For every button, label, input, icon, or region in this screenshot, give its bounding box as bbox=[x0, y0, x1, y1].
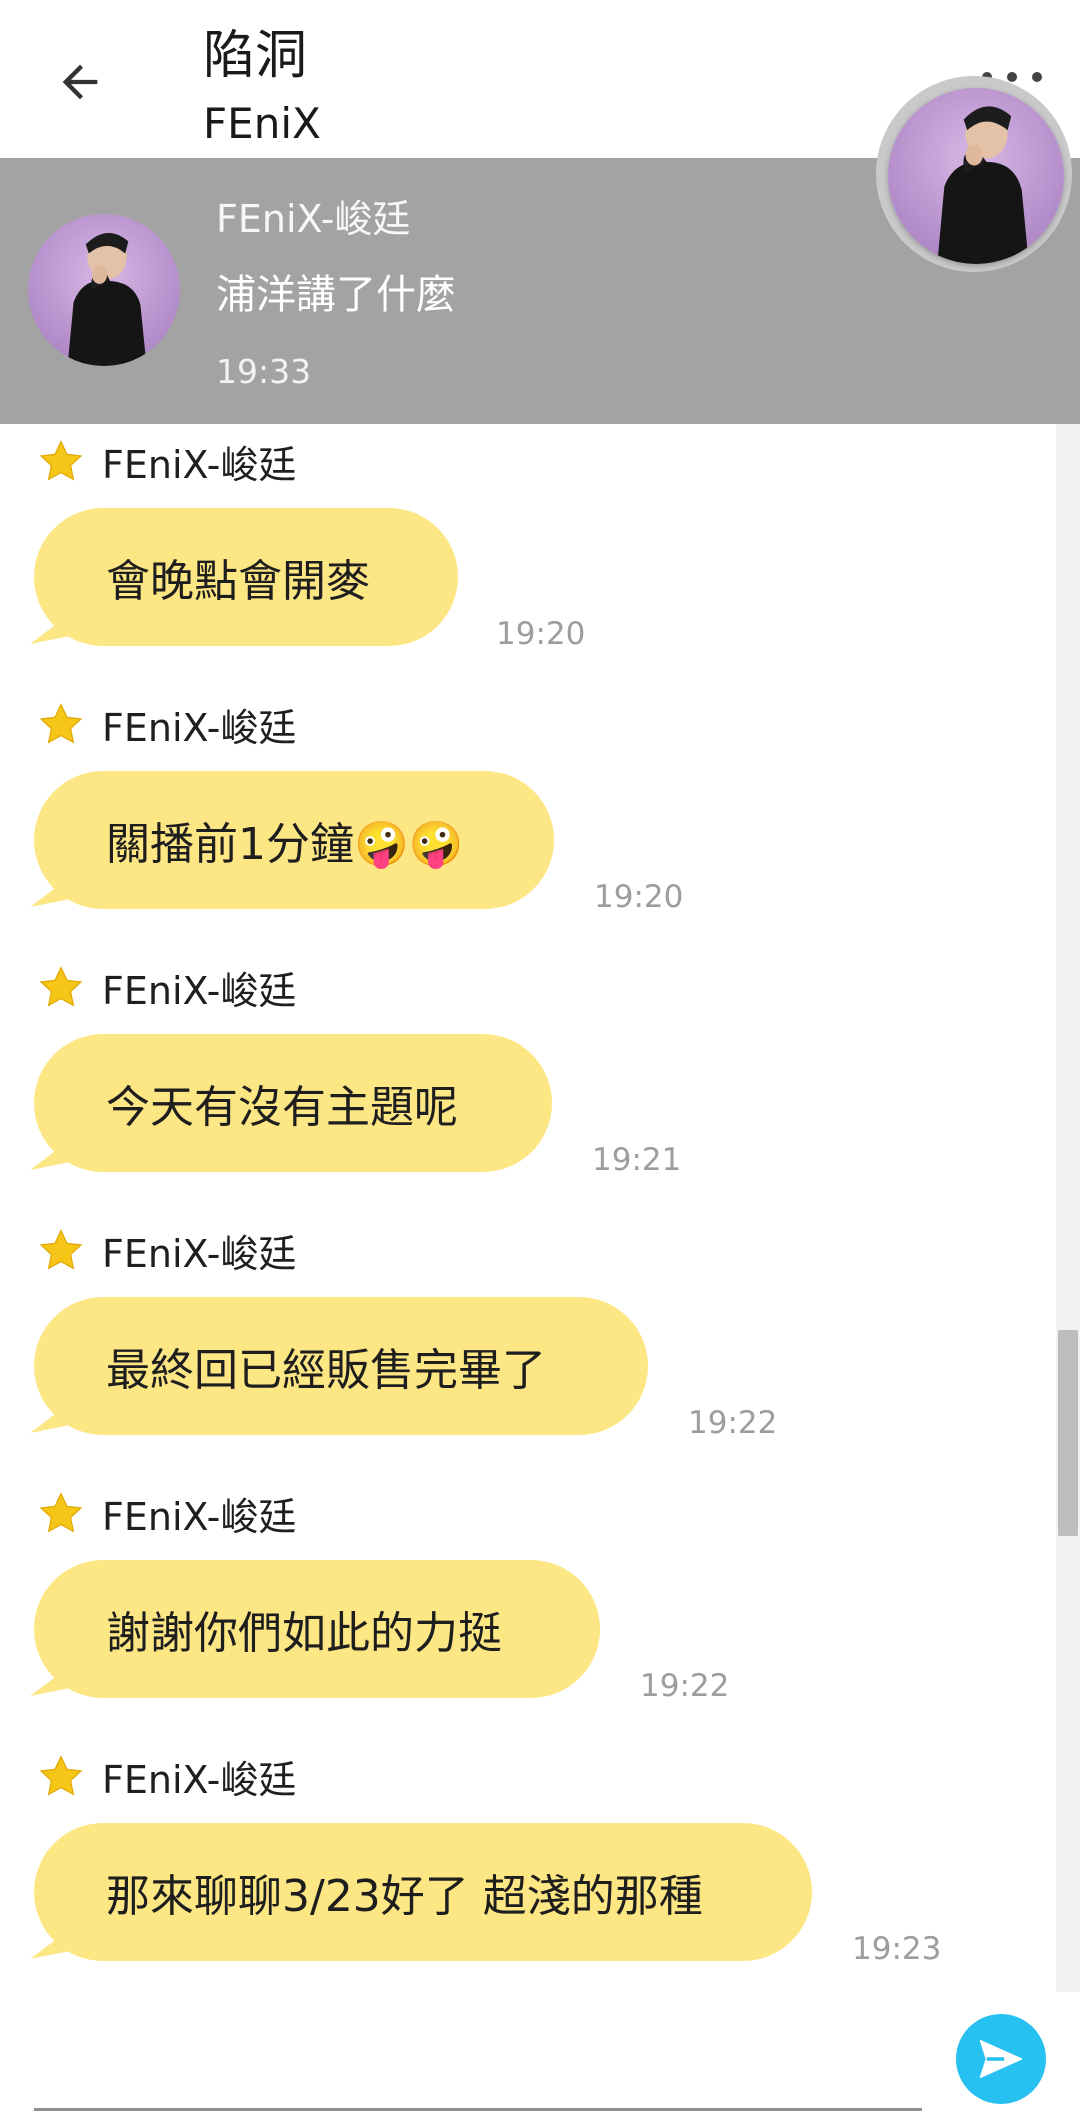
message-item: FEniX-峻廷 那來聊聊3/23好了 超淺的那種 19:23 bbox=[0, 1753, 1080, 2016]
message-time: 19:23 bbox=[852, 1931, 942, 1967]
send-icon bbox=[979, 2039, 1023, 2079]
message-item: FEniX-峻廷 關播前1分鐘🤪🤪 19:20 bbox=[0, 701, 1080, 964]
message-time: 19:22 bbox=[688, 1405, 778, 1441]
message-item: FEniX-峻廷 會晚點會開麥 19:20 bbox=[0, 438, 1080, 701]
floating-avatar[interactable] bbox=[888, 88, 1064, 264]
back-button[interactable] bbox=[42, 44, 118, 120]
star-icon bbox=[39, 966, 83, 1007]
chat-subtitle: FEniX bbox=[203, 99, 321, 148]
star-icon bbox=[39, 1492, 83, 1533]
message-bubble[interactable]: 那來聊聊3/23好了 超淺的那種 bbox=[34, 1823, 812, 1961]
star-icon bbox=[39, 1229, 83, 1270]
star-icon bbox=[39, 440, 83, 481]
message-item: FEniX-峻廷 今天有沒有主題呢 19:21 bbox=[0, 964, 1080, 1227]
avatar bbox=[28, 214, 180, 366]
send-button[interactable] bbox=[956, 2014, 1046, 2104]
more-dot bbox=[1007, 72, 1017, 82]
message-item: FEniX-峻廷 謝謝你們如此的力挺 19:22 bbox=[0, 1490, 1080, 1753]
more-dot bbox=[1032, 72, 1042, 82]
star-icon bbox=[39, 703, 83, 744]
message-bubble[interactable]: 謝謝你們如此的力挺 bbox=[34, 1560, 600, 1698]
chat-title: 陷洞 bbox=[203, 26, 308, 86]
message-bubble[interactable]: 會晚點會開麥 bbox=[34, 508, 458, 646]
message-bubble[interactable]: 最終回已經販售完畢了 bbox=[34, 1297, 648, 1435]
message-input[interactable] bbox=[34, 2108, 922, 2111]
sender-name: FEniX-峻廷 bbox=[102, 706, 297, 750]
scrollbar-track[interactable] bbox=[1056, 424, 1080, 1992]
message-time: 19:22 bbox=[640, 1668, 730, 1704]
message-item: FEniX-峻廷 最終回已經販售完畢了 19:22 bbox=[0, 1227, 1080, 1490]
message-bubble[interactable]: 今天有沒有主題呢 bbox=[34, 1034, 552, 1172]
pinned-message-time: 19:33 bbox=[216, 352, 312, 391]
message-bubble[interactable]: 關播前1分鐘🤪🤪 bbox=[34, 771, 554, 909]
sender-name: FEniX-峻廷 bbox=[102, 1232, 297, 1276]
message-time: 19:20 bbox=[496, 616, 586, 652]
sender-name: FEniX-峻廷 bbox=[102, 1495, 297, 1539]
arrow-left-icon bbox=[62, 64, 98, 100]
scrollbar-thumb[interactable] bbox=[1058, 1330, 1078, 1536]
message-time: 19:21 bbox=[592, 1142, 682, 1178]
sender-name: FEniX-峻廷 bbox=[102, 443, 297, 487]
sender-name: FEniX-峻廷 bbox=[102, 1758, 297, 1802]
star-icon bbox=[39, 1755, 83, 1796]
pinned-message-text: 浦洋講了什麼 bbox=[216, 272, 456, 318]
message-time: 19:20 bbox=[594, 879, 684, 915]
sender-name: FEniX-峻廷 bbox=[102, 969, 297, 1013]
pinned-sender-name: FEniX-峻廷 bbox=[216, 197, 411, 241]
